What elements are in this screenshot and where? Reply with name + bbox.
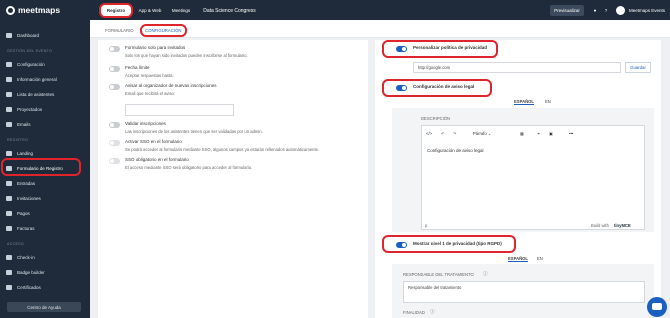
section-gestion: GESTIÓN DEL EVENTO bbox=[7, 49, 53, 53]
label-sso: Activar SSO en el formulario bbox=[125, 139, 182, 144]
toggle-sso[interactable] bbox=[109, 140, 120, 146]
users-icon bbox=[6, 91, 12, 97]
save-button[interactable]: Guardar bbox=[625, 62, 651, 73]
chat-bubble-icon[interactable] bbox=[647, 297, 667, 317]
email-aviso-input[interactable] bbox=[125, 104, 234, 116]
format-dropdown[interactable]: Párrafo ⌄ bbox=[473, 131, 515, 136]
tab-lang-es[interactable]: ESPAÑOL bbox=[514, 99, 534, 105]
responsable-input[interactable]: Responsable del tratamiento bbox=[403, 281, 645, 303]
tab-lang-en[interactable]: EN bbox=[545, 99, 551, 104]
label-avisar-organizador: Avisar al organizador de nuevas inscripc… bbox=[125, 83, 217, 88]
tab-formulario[interactable]: FORMULARIO bbox=[105, 28, 134, 33]
logo-text: meetmaps bbox=[18, 5, 61, 15]
highlight-sidebar bbox=[1, 158, 81, 176]
desc-fecha-limite: Aceptar respuestas hasta: bbox=[125, 73, 174, 78]
certificate-icon bbox=[6, 284, 12, 290]
label-solo-invitados: Formulario solo para invitados bbox=[125, 45, 186, 50]
link-icon[interactable]: ⚭ bbox=[537, 131, 541, 136]
section-registro: REGISTRO bbox=[7, 138, 29, 142]
sidebar-item-badge[interactable]: Badge builder bbox=[6, 267, 86, 277]
projector-icon bbox=[6, 106, 12, 112]
desc-avisar-organizador: Email que recibirá el aviso: bbox=[125, 91, 176, 96]
event-name: Data Science Congress bbox=[203, 7, 256, 14]
table-icon[interactable]: ▦ bbox=[520, 131, 524, 136]
sidebar-item-certificados[interactable]: Certificados bbox=[6, 282, 86, 292]
checkin-icon bbox=[6, 254, 12, 260]
more-icon[interactable]: ••• bbox=[569, 131, 573, 136]
sidebar-item-informacion[interactable]: Información general bbox=[6, 74, 86, 84]
toggle-validar[interactable] bbox=[109, 122, 120, 128]
desc-validar: Las inscripciones de los asistentes tien… bbox=[125, 129, 263, 134]
sidebar-item-pagos[interactable]: Pagos bbox=[6, 208, 86, 218]
toggle-avisar-organizador[interactable] bbox=[109, 84, 120, 90]
user-name[interactable]: Meetmaps Events bbox=[628, 5, 666, 16]
editor-path: p bbox=[425, 223, 428, 228]
label-sso-obligatorio: SSO obligatorio en el formulario bbox=[125, 157, 189, 162]
toggle-fecha-limite[interactable] bbox=[109, 66, 120, 72]
rich-text-editor[interactable] bbox=[421, 125, 645, 230]
desc-sso-obligatorio: El acceso mediante SSO será obligatorio … bbox=[125, 165, 253, 170]
highlight-registro bbox=[99, 3, 133, 18]
subtabs-bar: FORMULARIO CONFIGURACIÓN bbox=[90, 20, 670, 38]
topbar: Registro App & Web Meetings Data Science… bbox=[90, 0, 670, 20]
help-icon[interactable]: ? bbox=[602, 5, 610, 16]
sidebar-item-invitaciones[interactable]: Invitaciones bbox=[6, 193, 86, 203]
sidebar-item-emails[interactable]: Emails bbox=[6, 119, 86, 129]
highlight-privacidad bbox=[382, 40, 498, 58]
highlight-configuracion bbox=[140, 24, 187, 37]
toggle-sso-obligatorio[interactable] bbox=[109, 158, 120, 164]
toggle-solo-invitados[interactable] bbox=[109, 46, 120, 52]
sidebar-item-configuracion[interactable]: Configuración bbox=[6, 59, 86, 69]
mail-icon bbox=[6, 121, 12, 127]
tab-app-web[interactable]: App & Web bbox=[136, 5, 164, 16]
sidebar-item-dashboard[interactable]: Dashboard bbox=[6, 30, 86, 40]
envelope-icon bbox=[6, 195, 12, 201]
info-icon[interactable]: ⓘ bbox=[483, 271, 488, 277]
sidebar-item-proyectados[interactable]: Proyectados bbox=[6, 104, 86, 114]
left-settings-panel bbox=[98, 40, 368, 318]
tab-lang-es-2[interactable]: ESPAÑOL bbox=[508, 256, 528, 262]
tab-meetings[interactable]: Meetings bbox=[168, 5, 194, 16]
tab-lang-en-2[interactable]: EN bbox=[537, 256, 543, 261]
logo-icon bbox=[6, 5, 15, 15]
sidebar-item-facturas[interactable]: Facturas bbox=[6, 223, 86, 233]
label-fecha-limite: Fecha límite bbox=[125, 65, 150, 70]
privacy-url-input[interactable]: http://google.com bbox=[413, 62, 621, 73]
invoice-icon bbox=[6, 225, 12, 231]
sidebar: meetmaps Dashboard GESTIÓN DEL EVENTO Co… bbox=[0, 0, 90, 318]
built-with: Build with bbox=[591, 223, 609, 228]
sidebar-item-landing[interactable]: Landing bbox=[6, 148, 86, 158]
globe-icon bbox=[6, 150, 12, 156]
sidebar-item-checkin[interactable]: Check-in bbox=[6, 252, 86, 262]
code-icon[interactable]: </> bbox=[426, 131, 432, 136]
bell-icon[interactable]: ● bbox=[591, 5, 599, 16]
badge-icon bbox=[6, 269, 12, 275]
info-icon[interactable]: ⓘ bbox=[430, 309, 435, 315]
preview-button[interactable]: Previsualizar bbox=[550, 5, 584, 16]
undo-icon[interactable]: ↶ bbox=[441, 131, 445, 136]
desc-solo-invitados: Solo los que hayan sido invitados pueden… bbox=[125, 53, 248, 58]
gear-icon bbox=[6, 61, 12, 67]
highlight-aviso-legal bbox=[382, 79, 492, 97]
editor-text[interactable]: Configuración de aviso legal bbox=[427, 148, 484, 153]
highlight-nivel1 bbox=[382, 235, 516, 253]
tinymce-logo: tinyMCE bbox=[614, 223, 631, 228]
section-acceso: ACCESO bbox=[7, 242, 24, 246]
avatar[interactable] bbox=[616, 6, 625, 15]
ticket-icon bbox=[6, 180, 12, 186]
sidebar-item-entradas[interactable]: Entradas bbox=[6, 178, 86, 188]
redo-icon[interactable]: ↷ bbox=[453, 131, 457, 136]
desc-sso: Se podrá acceder al formulario mediante … bbox=[125, 147, 320, 152]
responsable-label: RESPONSABLE DEL TRATAMIENTO bbox=[403, 272, 474, 277]
sidebar-item-asistentes[interactable]: Lista de asistentes bbox=[6, 89, 86, 99]
finalidad-label: FINALIDAD bbox=[403, 310, 425, 315]
image-icon[interactable]: ▣ bbox=[549, 131, 553, 136]
logo[interactable]: meetmaps bbox=[6, 5, 60, 15]
info-icon bbox=[6, 76, 12, 82]
label-validar: Validar inscripciones bbox=[125, 121, 166, 126]
help-center-button[interactable]: Centro de Ayuda bbox=[7, 302, 81, 312]
dashboard-icon bbox=[6, 32, 12, 38]
payment-icon bbox=[6, 210, 12, 216]
description-label: DESCRIPCIÓN bbox=[421, 116, 451, 121]
